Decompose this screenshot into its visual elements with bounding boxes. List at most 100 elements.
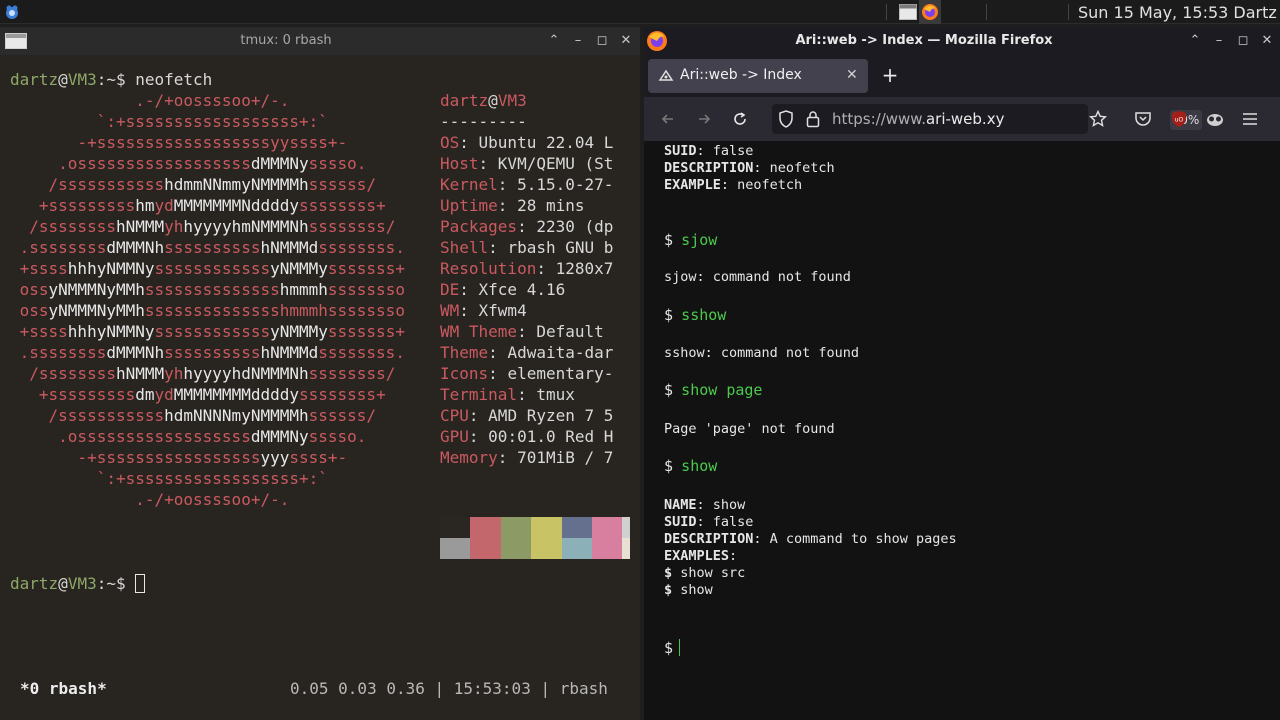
palette-swatch bbox=[531, 538, 562, 559]
new-tab-button[interactable]: + bbox=[878, 63, 902, 87]
logo-segment: ssssssss. bbox=[318, 238, 405, 257]
list-item: EXAMPLE: neofetch bbox=[664, 177, 803, 193]
shield-icon[interactable] bbox=[778, 110, 794, 132]
info-value: rbash GNU b bbox=[507, 238, 614, 257]
svg-text:uO: uO bbox=[1175, 117, 1184, 124]
terminal-titlebar[interactable]: tmux: 0 rbash ⌃ – ◻ ✕ bbox=[0, 27, 640, 55]
palette-swatch bbox=[591, 517, 623, 538]
pocket-button[interactable] bbox=[1131, 107, 1155, 131]
info-row: Terminal: tmux bbox=[440, 385, 575, 404]
logo-line: /ssssssssssshdmNNNNmyNMMMMhssssss/ bbox=[10, 405, 377, 426]
shell-input[interactable]: $ bbox=[664, 639, 681, 658]
close-button[interactable]: ✕ bbox=[1259, 32, 1275, 48]
tmux-window-status[interactable]: *0 rbash* bbox=[20, 678, 107, 699]
logo-line: .ossssssssssssssssssdMMMNysssso. bbox=[10, 426, 366, 447]
info-row: Icons: elementary- bbox=[440, 364, 614, 383]
info-key: Kernel bbox=[440, 175, 498, 194]
list-item: SUID: false bbox=[664, 514, 754, 530]
logo-segment: hNMMM bbox=[115, 364, 165, 383]
palette-swatch bbox=[500, 517, 532, 538]
arrow-right-icon bbox=[699, 114, 711, 124]
minimize-button[interactable]: – bbox=[570, 32, 586, 48]
palette-swatch bbox=[531, 517, 562, 538]
logo-segment: hhhyNMMNy bbox=[67, 259, 155, 278]
tab-strip: Ari::web -> Index ✕ + bbox=[644, 55, 1280, 97]
maximize-button[interactable]: ◻ bbox=[1235, 32, 1251, 48]
info-row: Host: KVM/QEMU (St bbox=[440, 154, 614, 173]
panel-clock[interactable]: Sun 15 May, 15:53 Dartz bbox=[1078, 3, 1277, 22]
url-bar[interactable]: https://www.ari-web.xy 80% bbox=[772, 104, 1202, 134]
logo-line: /sssssssshNMMMyhhyyyyhmNMMMNhssssssss/ bbox=[10, 216, 395, 237]
app-menu-button[interactable] bbox=[1238, 107, 1262, 131]
logo-segment: ssssss/ bbox=[308, 406, 377, 425]
logo-segment: ssssssssss bbox=[164, 238, 261, 257]
logo-segment: yNMMMy bbox=[270, 259, 328, 278]
nav-bar: https://www.ari-web.xy 80% uO bbox=[644, 97, 1280, 141]
list-item: NAME: show bbox=[664, 497, 746, 513]
logo-line: .ossssssssssssssssssdMMMNysssso. bbox=[10, 153, 366, 174]
terminal-content[interactable]: dartz@VM3:~$ neofetch .-/+oossssoo+/-. `… bbox=[0, 55, 640, 720]
prompt-line: dartz@VM3:~$ neofetch bbox=[10, 70, 213, 89]
logo-segment: ssssss/ bbox=[308, 175, 377, 194]
bookmark-star-button[interactable] bbox=[1086, 107, 1110, 131]
privacy-badger-button[interactable] bbox=[1203, 107, 1227, 131]
info-value: 1280x7 bbox=[555, 259, 614, 278]
logo-segment: +sssssssss bbox=[10, 385, 136, 404]
tab-close-icon[interactable]: ✕ bbox=[846, 67, 858, 83]
logo-segment: -+sssssssssssssssss bbox=[10, 448, 261, 467]
taskbar-firefox-button[interactable] bbox=[919, 0, 941, 24]
logo-segment: sssssss+ bbox=[327, 259, 405, 278]
logo-line: ossyNMMMNyMMhsssssssssssssshmmmhssssssso bbox=[10, 279, 405, 300]
logo-segment: ssssssss+ bbox=[299, 385, 386, 404]
info-key: CPU bbox=[440, 406, 469, 425]
ublock-origin-button[interactable]: uO bbox=[1167, 107, 1191, 131]
back-button[interactable] bbox=[656, 107, 680, 131]
logo-line: /sssssssshNMMMyhhyyyyhdNMMMNhssssssss/ bbox=[10, 363, 395, 384]
close-button[interactable]: ✕ bbox=[618, 32, 634, 48]
example-line: $ show src bbox=[664, 565, 746, 581]
reload-button[interactable] bbox=[728, 107, 752, 131]
lock-icon[interactable] bbox=[806, 110, 820, 132]
logo-segment: oss bbox=[10, 280, 49, 299]
panel-separator bbox=[886, 4, 887, 20]
logo-segment: dMMMNh bbox=[106, 238, 165, 257]
palette-swatch bbox=[440, 517, 471, 538]
terminal-window: tmux: 0 rbash ⌃ – ◻ ✕ dartz@VM3:~$ neofe… bbox=[0, 27, 640, 720]
url-text[interactable]: https://www.ari-web.xy bbox=[832, 110, 1036, 128]
logo-segment: hdmmNNmmyNMMMMh bbox=[164, 175, 309, 194]
info-key: Memory bbox=[440, 448, 498, 467]
forward-button[interactable] bbox=[692, 107, 716, 131]
logo-segment: -+ssssssssssssssssssyyssss+- bbox=[10, 133, 348, 152]
terminal-icon bbox=[899, 4, 917, 20]
prompt-line: dartz@VM3:~$ bbox=[10, 573, 146, 594]
logo-line: +sssshhhyNMMNyssssssssssssyNMMMysssssss+ bbox=[10, 321, 405, 342]
info-key: Packages bbox=[440, 217, 518, 236]
palette-swatch bbox=[561, 538, 592, 559]
info-key: Uptime bbox=[440, 196, 498, 215]
whisker-menu-icon[interactable] bbox=[3, 3, 21, 21]
logo-segment: .ssssssss bbox=[10, 343, 107, 362]
chevron-up-icon[interactable]: ⌃ bbox=[1187, 32, 1203, 48]
logo-segment: oss bbox=[10, 301, 49, 320]
firefox-titlebar[interactable]: Ari::web -> Index — Mozilla Firefox ⌃ – … bbox=[644, 27, 1280, 55]
palette-swatch bbox=[440, 538, 471, 559]
badger-icon bbox=[1207, 114, 1223, 126]
ublock-shield-icon: uO bbox=[1172, 111, 1186, 127]
logo-line: .ssssssssdMMMNhsssssssssshNMMMdssssssss. bbox=[10, 237, 405, 258]
maximize-button[interactable]: ◻ bbox=[594, 32, 610, 48]
taskbar-terminal-button[interactable] bbox=[897, 0, 919, 24]
palette-swatch bbox=[500, 538, 532, 559]
command-output: Page 'page' not found bbox=[664, 421, 835, 437]
panel-separator bbox=[986, 4, 987, 20]
tab-ari-web-index[interactable]: Ari::web -> Index ✕ bbox=[648, 59, 868, 93]
logo-segment: .ssssssss bbox=[10, 238, 107, 257]
info-value: KVM/QEMU (St bbox=[497, 154, 614, 173]
logo-segment: dMMMNh bbox=[106, 343, 165, 362]
logo-segment: sssssss+ bbox=[327, 322, 405, 341]
info-value: elementary- bbox=[507, 364, 614, 383]
logo-segment: hm bbox=[135, 196, 155, 215]
page-content[interactable]: SUID: false DESCRIPTION: neofetch EXAMPL… bbox=[644, 141, 1280, 720]
minimize-button[interactable]: – bbox=[1211, 32, 1227, 48]
chevron-up-icon[interactable]: ⌃ bbox=[546, 32, 562, 48]
logo-segment: .-/+oossssoo+/-. bbox=[10, 91, 290, 110]
